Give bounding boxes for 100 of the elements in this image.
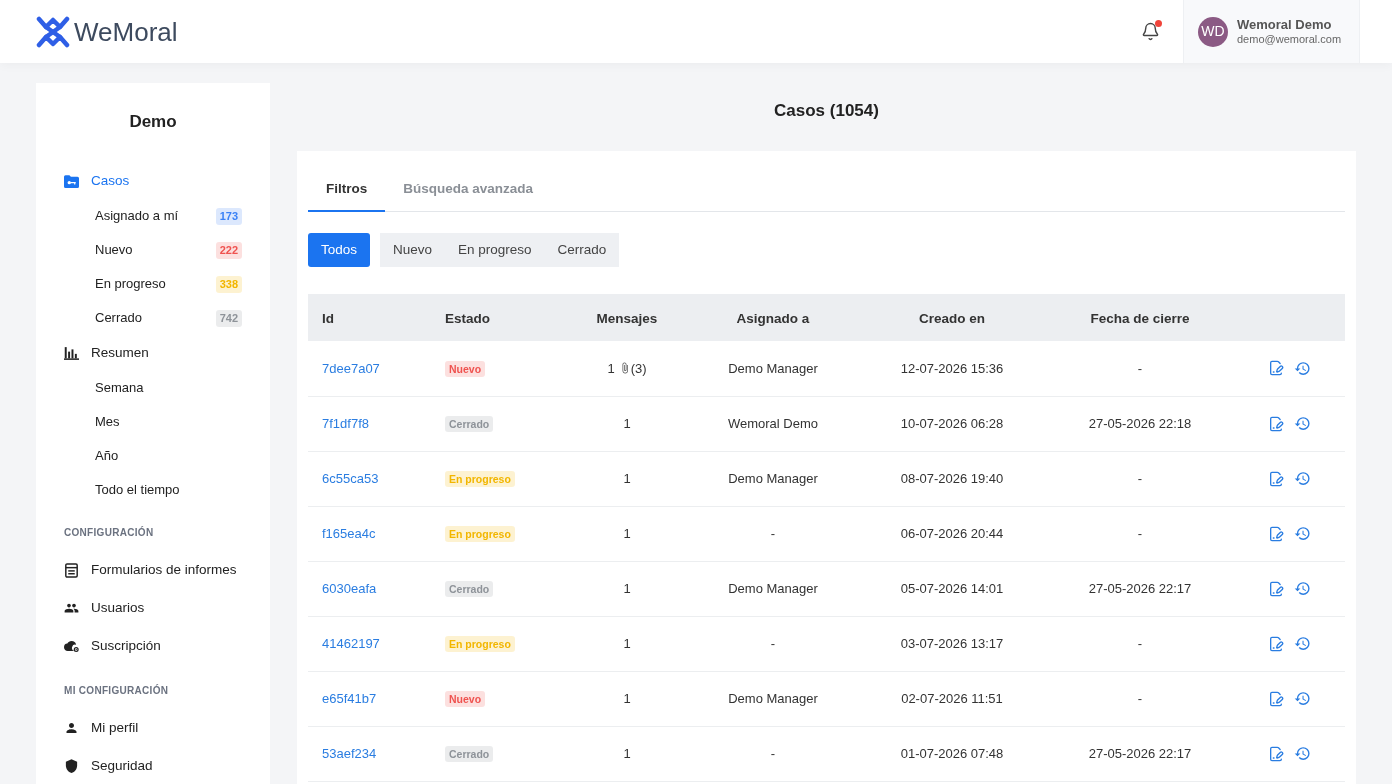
filter-button[interactable]: Nuevo — [380, 233, 446, 267]
document-pen-icon — [1268, 635, 1284, 652]
nav-item[interactable]: Seguridad — [36, 747, 270, 784]
filter-button[interactable]: Todos — [308, 233, 371, 267]
document-pen-icon — [1268, 470, 1284, 487]
status-badge: En progreso — [445, 525, 515, 542]
user-name: Wemoral Demo — [1237, 16, 1333, 32]
table-cell: Demo Manager — [728, 690, 818, 706]
document-pen-icon — [1268, 580, 1284, 597]
case-id-link[interactable]: 6030eafa — [322, 580, 377, 596]
status-badge: En progreso — [445, 635, 515, 652]
nav-subitem[interactable]: En progreso 338 — [36, 267, 270, 301]
history-icon — [1294, 635, 1311, 652]
case-id-link[interactable]: e65f41b7 — [322, 690, 377, 706]
document-pen-icon — [1268, 525, 1284, 542]
edit-button[interactable] — [1268, 525, 1284, 542]
cloud-gear-icon — [64, 639, 79, 653]
table-cell: - — [1137, 690, 1143, 706]
document-pen-icon — [1268, 360, 1284, 377]
edit-button[interactable] — [1268, 360, 1284, 377]
edit-button[interactable] — [1268, 580, 1284, 597]
nav-subitem[interactable]: Asignado a mí 173 — [36, 199, 270, 233]
edit-button[interactable] — [1268, 635, 1284, 652]
nav-subitem[interactable]: Nuevo 222 — [36, 233, 270, 267]
nav-item[interactable]: Usuarios — [36, 589, 270, 627]
history-button[interactable] — [1294, 415, 1311, 432]
message-count: 1 — [623, 744, 631, 763]
message-count: 1 — [623, 579, 631, 598]
history-icon — [1294, 359, 1311, 377]
case-id-link[interactable]: 53aef234 — [322, 745, 377, 761]
bell-icon — [1140, 21, 1160, 42]
table-cell: Demo Manager — [728, 360, 818, 376]
nav-subitem[interactable]: Semana — [36, 371, 270, 405]
table-cell: - — [1137, 635, 1143, 651]
table-cell: Demo Manager — [728, 470, 818, 486]
table-cell: 27-05-2026 22:18 — [1088, 415, 1192, 431]
nav-item[interactable]: Suscripción — [36, 627, 270, 665]
sidebar-title: Demo — [128, 111, 178, 133]
edit-button[interactable] — [1268, 745, 1284, 762]
section-heading: CONFIGURACIÓN — [63, 525, 155, 540]
status-badge: Nuevo — [445, 360, 486, 377]
nav-item[interactable]: Mi perfil — [36, 709, 270, 747]
column-header: Mensajes — [596, 310, 658, 326]
edit-button[interactable] — [1268, 470, 1284, 487]
message-count: 1 — [623, 634, 631, 653]
count-badge: 173 — [215, 207, 242, 225]
count-badge: 338 — [215, 275, 242, 293]
history-icon — [1294, 525, 1311, 542]
table-cell: - — [1137, 525, 1143, 541]
count-badge: 222 — [215, 241, 242, 259]
filter-button[interactable]: En progreso — [445, 233, 545, 267]
case-id-link[interactable]: 6c55ca53 — [322, 470, 379, 486]
history-button[interactable] — [1294, 470, 1311, 487]
edit-button[interactable] — [1268, 690, 1284, 707]
table-cell: 06-07-2026 20:44 — [900, 525, 1004, 541]
notifications-button[interactable] — [1140, 20, 1160, 43]
nav-subitem[interactable]: Cerrado 742 — [36, 301, 270, 335]
table-cell: 27-05-2026 22:17 — [1088, 745, 1192, 761]
bar-chart-icon — [64, 346, 79, 360]
case-id-link[interactable]: 7f1df7f8 — [322, 415, 369, 431]
case-id-link[interactable]: f165ea4c — [322, 525, 376, 541]
table-cell: Demo Manager — [728, 580, 818, 596]
history-button[interactable] — [1294, 635, 1311, 652]
message-count: 1 — [623, 689, 631, 708]
history-button[interactable] — [1294, 745, 1311, 762]
nav-item[interactable]: Casos — [36, 163, 270, 199]
status-badge: Cerrado — [445, 415, 494, 432]
nav-subitem[interactable]: Año — [36, 439, 270, 473]
nav-subitem[interactable]: Mes — [36, 405, 270, 439]
document-pen-icon — [1268, 690, 1284, 707]
logo-icon — [36, 14, 70, 49]
table-cell: 27-05-2026 22:17 — [1088, 580, 1192, 596]
table-cell: - — [1137, 470, 1143, 486]
user-avatar: WD — [1198, 16, 1228, 47]
status-badge: Cerrado — [445, 745, 494, 762]
tab[interactable]: Filtros — [308, 168, 386, 212]
table-cell: 08-07-2026 19:40 — [900, 470, 1004, 486]
status-badge: Nuevo — [445, 690, 486, 707]
message-count: 1 — [623, 469, 631, 488]
edit-button[interactable] — [1268, 415, 1284, 432]
table-cell: 12-07-2026 15:36 — [900, 360, 1004, 376]
filter-button[interactable]: Cerrado — [544, 233, 620, 267]
user-email: demo@wemoral.com — [1237, 31, 1342, 47]
nav-item[interactable]: Resumen — [36, 335, 270, 371]
history-icon — [1294, 580, 1311, 597]
history-icon — [1294, 745, 1311, 762]
history-button[interactable] — [1294, 525, 1311, 542]
message-count: 1 — [623, 414, 631, 433]
case-id-link[interactable]: 41462197 — [322, 635, 380, 651]
document-pen-icon — [1268, 415, 1284, 432]
history-button[interactable] — [1294, 690, 1311, 707]
table-cell: 03-07-2026 13:17 — [900, 635, 1004, 651]
history-button[interactable] — [1294, 359, 1311, 377]
table-cell: - — [770, 745, 776, 761]
logo-text: WeMoral — [74, 18, 178, 45]
history-button[interactable] — [1294, 580, 1311, 597]
table-cell: - — [770, 635, 776, 651]
nav-subitem[interactable]: Todo el tiempo — [36, 473, 270, 507]
case-id-link[interactable]: 7dee7a07 — [322, 360, 380, 376]
nav-item[interactable]: Formularios de informes — [36, 551, 270, 589]
